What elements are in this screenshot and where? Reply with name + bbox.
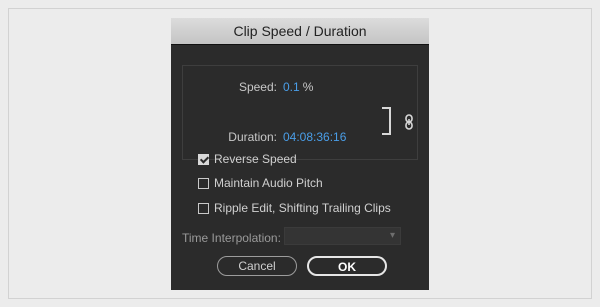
speed-duration-panel: Speed: 0.1% Duration: 04:08:36:16	[182, 65, 418, 160]
ripple-edit-checkbox[interactable]	[198, 203, 209, 214]
ripple-edit-option[interactable]: Ripple Edit, Shifting Trailing Clips	[198, 201, 391, 217]
maintain-audio-pitch-checkbox[interactable]	[198, 178, 209, 189]
chain-link-icon[interactable]	[403, 114, 415, 130]
link-bracket	[382, 107, 391, 135]
time-interpolation-select[interactable]: ▾	[284, 227, 401, 245]
speed-row: Speed: 0.1%	[183, 80, 313, 94]
cancel-button[interactable]: Cancel	[217, 256, 297, 276]
duration-label: Duration:	[228, 130, 277, 144]
maintain-audio-pitch-option[interactable]: Maintain Audio Pitch	[198, 176, 323, 192]
dialog-title: Clip Speed / Duration	[171, 18, 429, 45]
reverse-speed-checkbox[interactable]	[198, 154, 209, 165]
reverse-speed-option[interactable]: Reverse Speed	[198, 152, 297, 168]
clip-speed-dialog: Clip Speed / Duration Speed: 0.1% Duratio…	[171, 18, 429, 290]
speed-unit: %	[302, 80, 314, 94]
ok-button[interactable]: OK	[307, 256, 387, 276]
speed-label: Speed:	[238, 80, 277, 94]
speed-value[interactable]: 0.1	[283, 80, 300, 94]
chevron-down-icon: ▾	[389, 230, 395, 241]
time-interpolation-label: Time Interpolation:	[182, 231, 281, 245]
duration-row: Duration: 04:08:36:16	[183, 130, 346, 144]
maintain-audio-pitch-label: Maintain Audio Pitch	[214, 176, 323, 190]
ripple-edit-label: Ripple Edit, Shifting Trailing Clips	[214, 201, 391, 215]
duration-value[interactable]: 04:08:36:16	[283, 130, 346, 144]
reverse-speed-label: Reverse Speed	[214, 152, 297, 166]
